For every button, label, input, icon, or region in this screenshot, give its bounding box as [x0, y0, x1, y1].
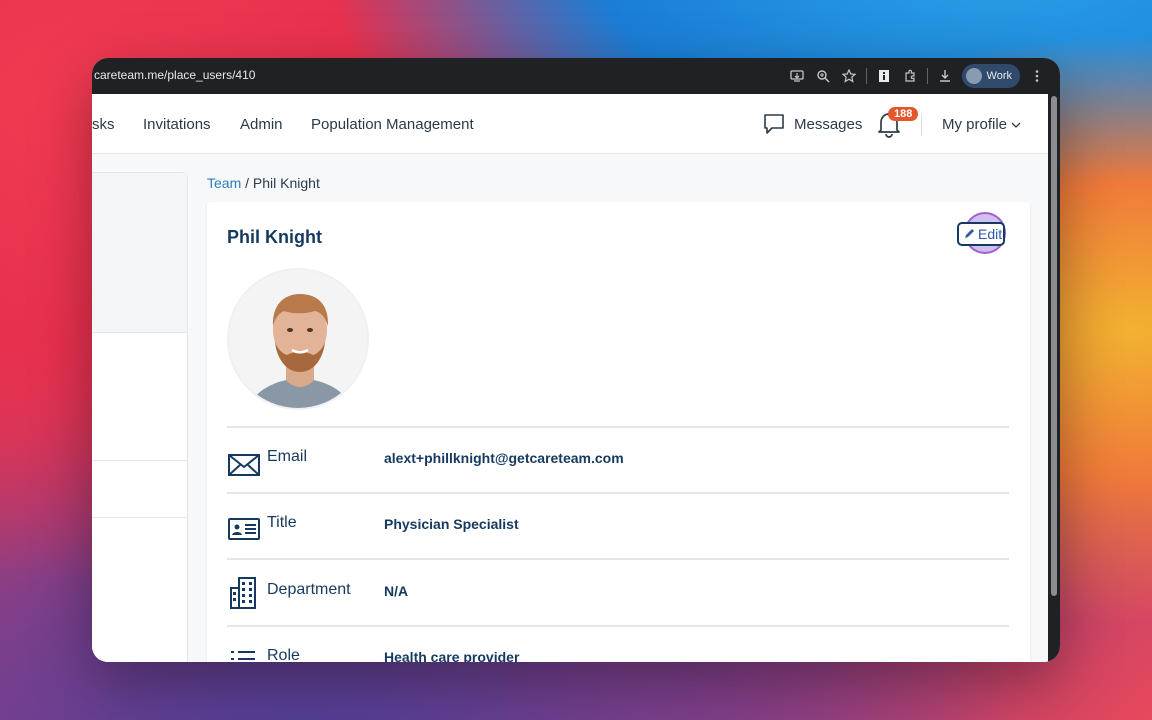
profile-avatar-icon	[965, 68, 982, 84]
department-label: Department	[267, 581, 351, 598]
toolbar-icons: Work	[784, 64, 1050, 88]
nav-invitations[interactable]: Invitations	[143, 116, 211, 133]
left-panel-divider	[92, 517, 187, 518]
avatar-photo	[229, 270, 367, 408]
browser-profile-chip[interactable]: Work	[961, 64, 1020, 88]
nav-divider	[921, 114, 922, 136]
chat-bubble-icon	[764, 114, 784, 134]
breadcrumb-current: Phil Knight	[252, 175, 320, 191]
role-value: Health care provider	[384, 649, 520, 662]
email-label: Email	[267, 448, 308, 465]
avatar	[227, 268, 369, 410]
breadcrumb-separator: /	[241, 175, 253, 191]
my-profile-label: My profile	[942, 116, 1008, 133]
top-navigation: sks Invitations Admin Population Managem…	[92, 94, 1048, 154]
profile-chip-label: Work	[986, 70, 1012, 82]
install-app-icon[interactable]	[784, 64, 810, 88]
department-value: N/A	[384, 583, 409, 599]
building-icon	[230, 577, 256, 609]
zoom-icon[interactable]	[810, 64, 836, 88]
puzzle-extensions-icon[interactable]	[897, 64, 923, 88]
left-panel-divider	[92, 460, 187, 461]
page-content: sks Invitations Admin Population Managem…	[92, 94, 1048, 662]
nav-admin[interactable]: Admin	[240, 116, 283, 133]
profile-card: Phil Knight Edit Email alext+phillknight…	[207, 202, 1030, 662]
browser-window: careteam.me/place_users/410 Work sks Inv…	[92, 58, 1060, 662]
messages-label: Messages	[794, 115, 863, 133]
email-value: alext+phillknight@getcareteam.com	[384, 450, 624, 466]
row-divider	[227, 492, 1009, 494]
section-divider	[227, 426, 1009, 428]
nav-tasks[interactable]: sks	[92, 116, 115, 133]
envelope-icon	[228, 454, 260, 476]
notification-badge: 188	[888, 107, 919, 121]
left-panel-header	[92, 173, 187, 333]
title-value: Physician Specialist	[384, 516, 519, 532]
chevron-down-icon	[1011, 122, 1021, 128]
title-label: Title	[267, 514, 297, 531]
row-divider	[227, 558, 1009, 560]
more-menu-icon[interactable]	[1024, 64, 1050, 88]
vertical-scrollbar[interactable]	[1048, 94, 1060, 662]
profile-name: Phil Knight	[227, 227, 322, 247]
browser-toolbar: careteam.me/place_users/410 Work	[92, 58, 1060, 94]
pencil-icon	[965, 229, 974, 238]
bookmark-star-icon[interactable]	[836, 64, 862, 88]
messages-link[interactable]: Messages	[762, 112, 862, 136]
role-label: Role	[267, 647, 300, 662]
id-card-icon	[228, 518, 260, 540]
breadcrumb: Team / Phil Knight	[207, 175, 320, 191]
left-panel	[92, 172, 188, 662]
my-profile-menu[interactable]: My profile	[942, 116, 1021, 133]
address-bar[interactable]: careteam.me/place_users/410	[94, 68, 255, 82]
toolbar-divider-2	[926, 68, 928, 84]
list-icon	[231, 651, 255, 660]
edit-button[interactable]: Edit	[957, 222, 1005, 246]
toolbar-divider	[865, 68, 867, 84]
row-divider	[227, 625, 1009, 627]
edit-label: Edit	[978, 226, 1003, 242]
breadcrumb-team-link[interactable]: Team	[207, 175, 241, 191]
extension-icon[interactable]	[871, 64, 897, 88]
nav-population-management[interactable]: Population Management	[311, 116, 474, 133]
download-icon[interactable]	[932, 64, 958, 88]
scrollbar-thumb[interactable]	[1051, 96, 1057, 596]
